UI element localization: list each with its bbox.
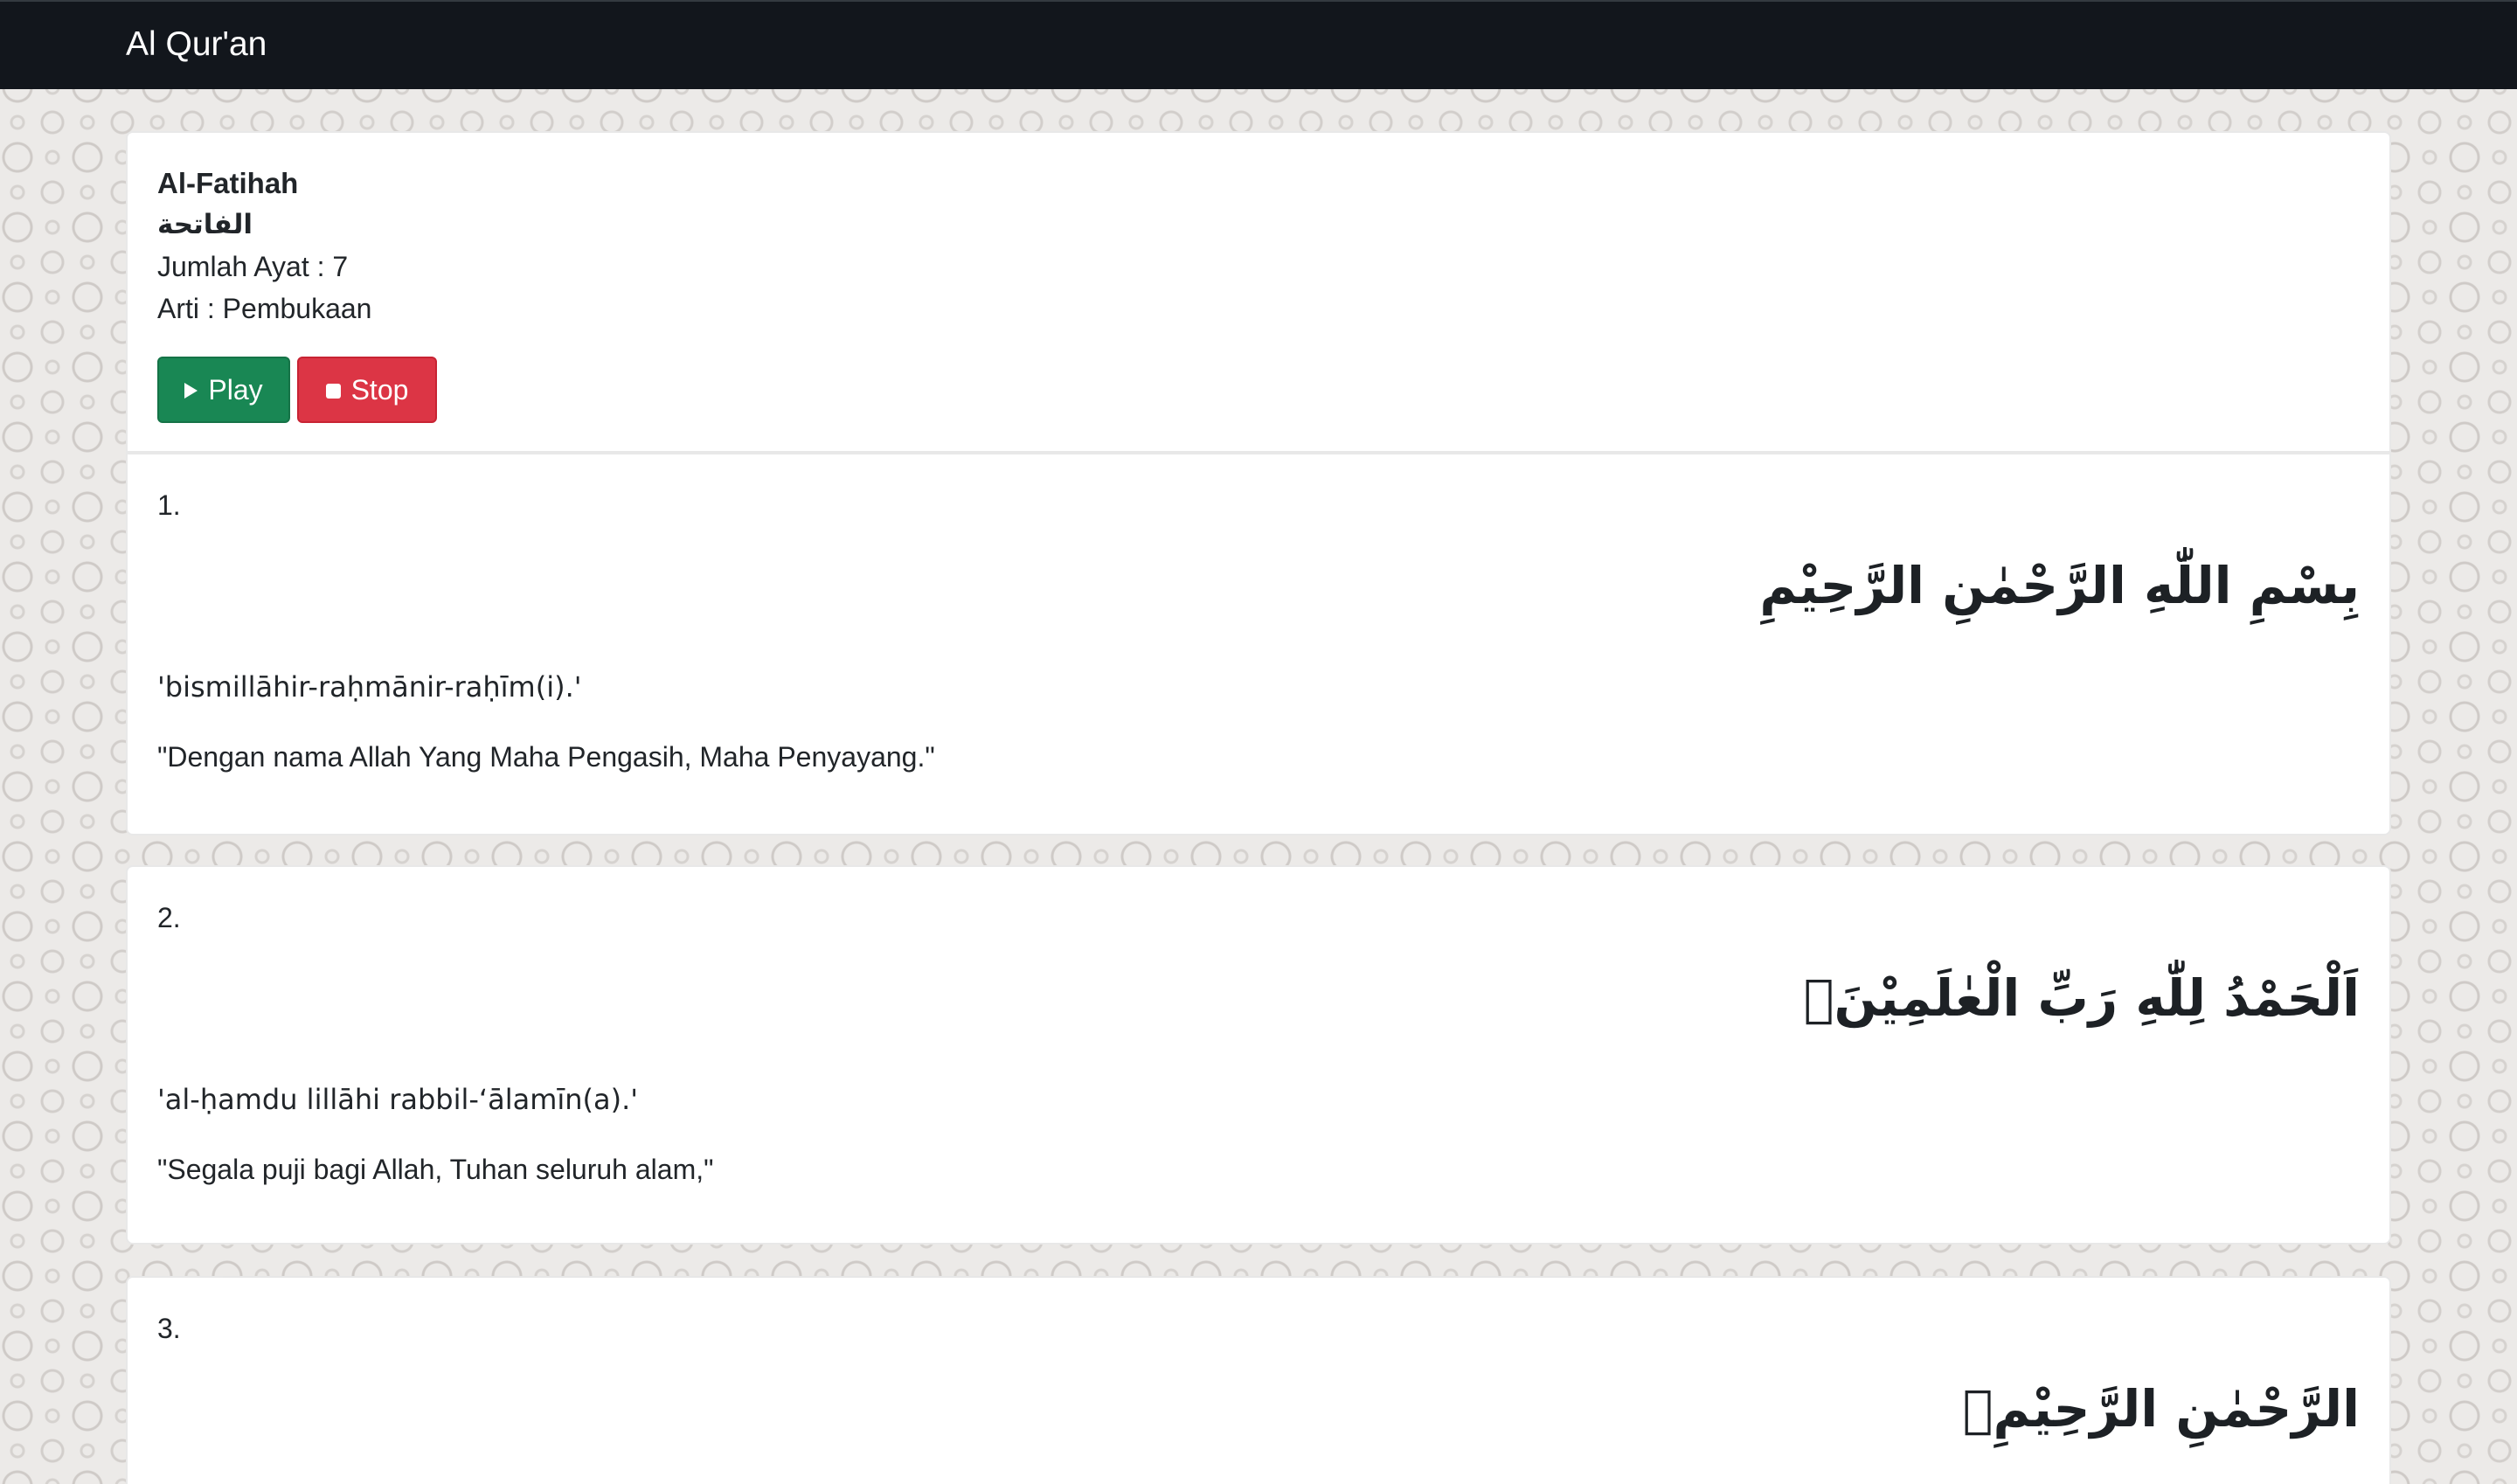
ayah-arabic-text: بِسْمِ اللّٰهِ الرَّحْمٰنِ الرَّحِيْمِ bbox=[1759, 556, 2360, 615]
play-icon bbox=[184, 383, 198, 399]
surah-name-latin: Al-Fatihah bbox=[157, 167, 299, 199]
ayah-translation: "Segala puji bagi Allah, Tuhan seluruh a… bbox=[157, 1154, 714, 1185]
stop-icon bbox=[325, 383, 341, 399]
ayah-card: 3. الرَّحْمٰنِ الرَّحِيْمِۙ bbox=[126, 1276, 2391, 1484]
ayah-transliteration: 'bismillāhir-raḥmānir-raḥīm(i).' bbox=[157, 670, 582, 704]
ayah-arabic-text: اَلْحَمْدُ لِلّٰهِ رَبِّ الْعٰلَمِيْنَۙ bbox=[1803, 968, 2360, 1028]
surah-meaning: Arti : Pembukaan bbox=[157, 293, 372, 324]
ayah-number: 1. bbox=[157, 489, 181, 521]
stop-button[interactable]: Stop bbox=[297, 357, 437, 423]
play-button[interactable]: Play bbox=[157, 357, 290, 423]
ayah-card: 1. بِسْمِ اللّٰهِ الرَّحْمٰنِ الرَّحِيْم… bbox=[126, 453, 2391, 836]
navbar-brand[interactable]: Al Qur'an bbox=[126, 24, 267, 65]
ayah-number: 3. bbox=[157, 1313, 181, 1344]
ayah-arabic-text: الرَّحْمٰنِ الرَّحِيْمِۙ bbox=[1962, 1379, 2360, 1439]
stop-button-label: Stop bbox=[350, 374, 409, 406]
surah-name-arabic: الفاتحة bbox=[157, 209, 253, 240]
ayah-number: 2. bbox=[157, 902, 181, 933]
navbar: Al Qur'an bbox=[0, 0, 2517, 89]
ayah-card: 2. اَلْحَمْدُ لِلّٰهِ رَبِّ الْعٰلَمِيْن… bbox=[126, 865, 2391, 1245]
ayah-transliteration: 'al-ḥamdu lillāhi rabbil-‘ālamīn(a).' bbox=[157, 1083, 639, 1116]
play-button-label: Play bbox=[208, 374, 263, 406]
surah-info-card: Al-Fatihah الفاتحة Jumlah Ayat : 7 Arti … bbox=[126, 131, 2391, 453]
surah-ayat-count: Jumlah Ayat : 7 bbox=[157, 251, 349, 282]
ayah-translation: "Dengan nama Allah Yang Maha Pengasih, M… bbox=[157, 741, 935, 773]
